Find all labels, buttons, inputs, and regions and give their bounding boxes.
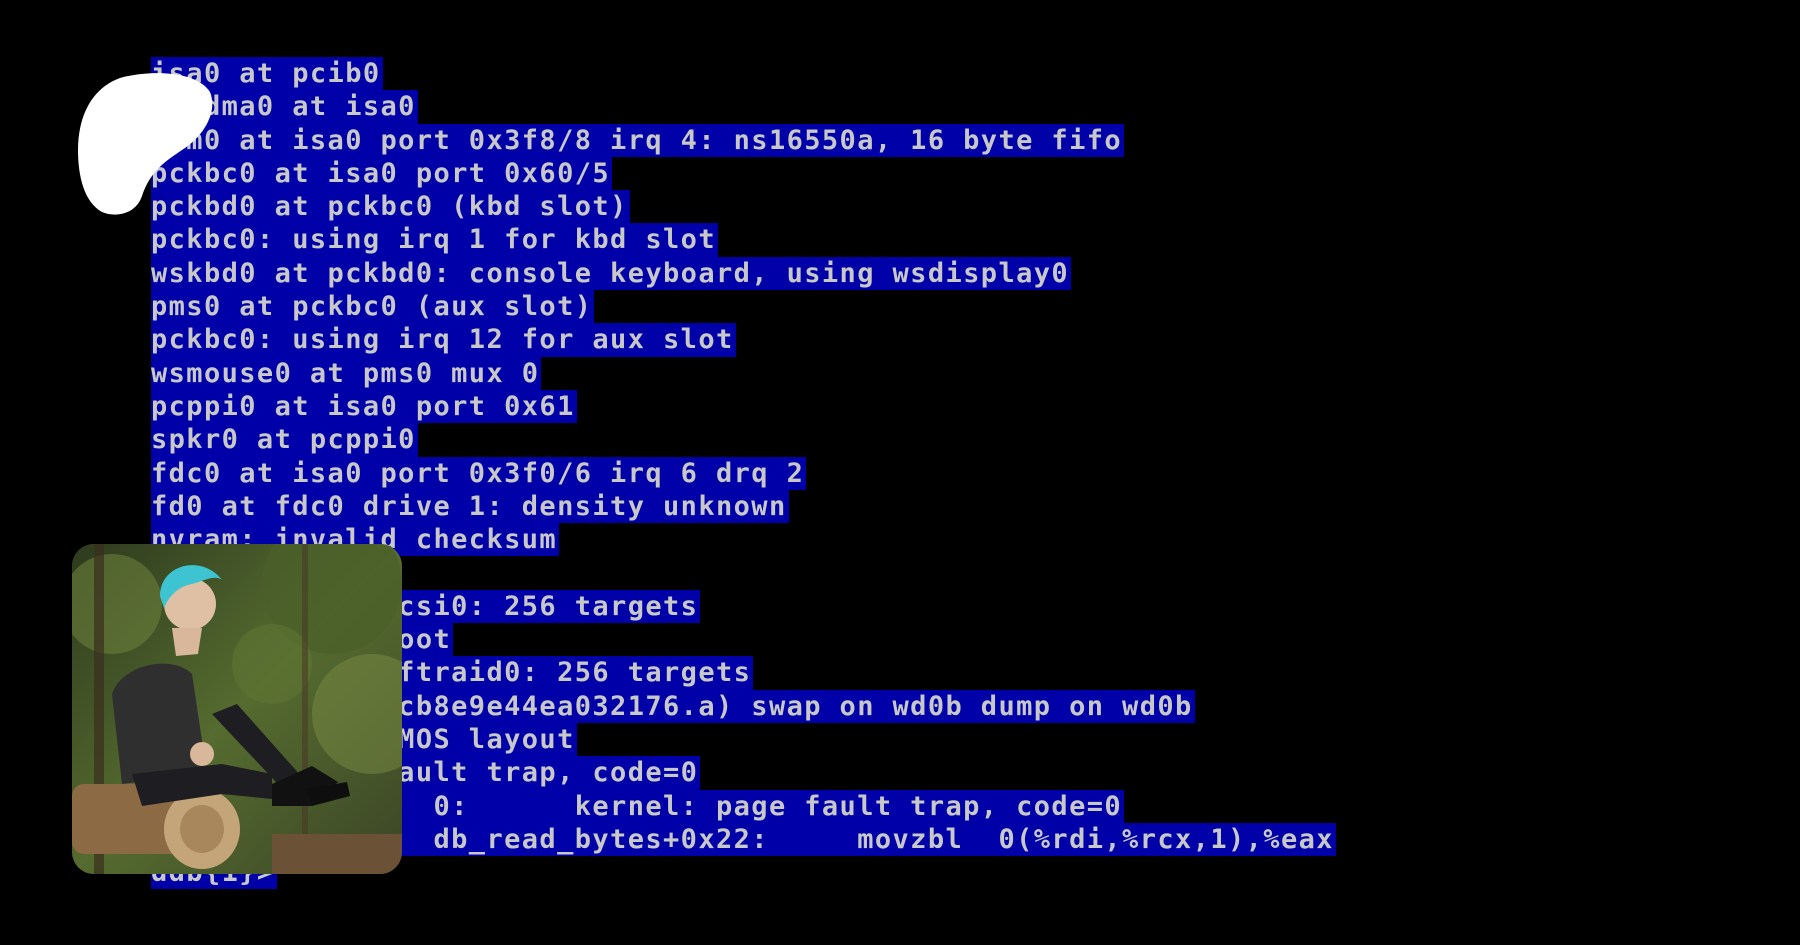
console-line-text: pckbc0: using irq 1 for kbd slot bbox=[151, 223, 718, 257]
console-line: pcppi0 at isa0 port 0x61 bbox=[151, 389, 1336, 424]
console-line-text: pms0 at pckbc0 (aux slot) bbox=[151, 290, 595, 324]
console-line-text: wskbd0 at pckbd0: console keyboard, usin… bbox=[151, 256, 1072, 291]
console-line: com0 at isa0 port 0x3f8/8 irq 4: ns16550… bbox=[151, 123, 1336, 157]
console-line: isadma0 at isa0 bbox=[151, 90, 1336, 124]
console-line: pckbc0: using irq 1 for kbd slot bbox=[151, 223, 1336, 257]
console-line: fd0 at fdc0 drive 1: density unknown bbox=[151, 489, 1336, 524]
console-line: pckbd0 at pckbc0 (kbd slot) bbox=[151, 190, 1336, 224]
console-line: spkr0 at pcppi0 bbox=[151, 423, 1336, 457]
console-line: pckbc0: using irq 12 for aux slot bbox=[151, 323, 1336, 357]
console-line-text: pckbc0: using irq 12 for aux slot bbox=[151, 323, 736, 357]
console-line-text: spkr0 at pcppi0 bbox=[151, 423, 418, 457]
console-line-text: wsmouse0 at pms0 mux 0 bbox=[151, 356, 542, 390]
console-line-text: pckbc0 at isa0 port 0x60/5 bbox=[151, 156, 613, 191]
avatar-photo bbox=[72, 544, 402, 874]
console-line-text: fdc0 at isa0 port 0x3f0/6 irq 6 drq 2 bbox=[151, 456, 807, 490]
console-line-text: pckbd0 at pckbc0 (kbd slot) bbox=[151, 190, 630, 224]
console-line: wsmouse0 at pms0 mux 0 bbox=[151, 356, 1336, 390]
console-line-text: fd0 at fdc0 drive 1: density unknown bbox=[151, 489, 789, 524]
avatar bbox=[72, 544, 402, 874]
console-line: isa0 at pcib0 bbox=[151, 57, 1336, 91]
white-blob-shape bbox=[78, 73, 213, 215]
console-line: fdc0 at isa0 port 0x3f0/6 irq 6 drq 2 bbox=[151, 456, 1336, 490]
console-line: pckbc0 at isa0 port 0x60/5 bbox=[151, 156, 1336, 191]
console-line: wskbd0 at pckbd0: console keyboard, usin… bbox=[151, 256, 1336, 291]
console-line-text: com0 at isa0 port 0x3f8/8 irq 4: ns16550… bbox=[151, 123, 1125, 157]
console-line: pms0 at pckbc0 (aux slot) bbox=[151, 290, 1336, 324]
console-line-text: pcppi0 at isa0 port 0x61 bbox=[151, 389, 577, 424]
